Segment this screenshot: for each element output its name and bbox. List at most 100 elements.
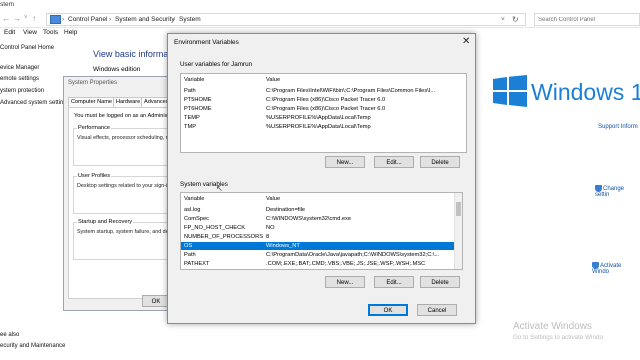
cancel-button[interactable]: Cancel	[417, 304, 457, 316]
list-item[interactable]: NUMBER_OF_PROCESSORS 8	[181, 233, 462, 241]
variable-value: C:\Program Files (x86)\Cisco Packet Trac…	[266, 106, 386, 112]
list-item[interactable]: Path C:\ProgramData\Oracle\Java\javapath;…	[181, 251, 462, 259]
system-delete-button[interactable]: Delete	[420, 276, 460, 288]
chevron-right-icon: ›	[62, 16, 65, 23]
list-item[interactable]: asl.log Destination=file	[181, 206, 462, 214]
user-edit-button[interactable]: Edit...	[374, 156, 414, 168]
variable-name: OS	[184, 243, 193, 249]
address-bar: ← → ˅ ↑ › Control Panel › System and Sec…	[0, 11, 640, 28]
variable-value: Windows_NT	[266, 243, 300, 249]
scrollbar[interactable]	[454, 193, 462, 269]
list-item[interactable]: Path C:\Program Files\Intel\WiFi\bin\;C:\…	[181, 87, 466, 95]
variable-value: C:\Program Files\Intel\WiFi\bin\;C:\Prog…	[266, 88, 436, 94]
close-icon[interactable]: ✕	[462, 36, 470, 47]
chevron-right-icon: ›	[109, 16, 112, 23]
startup-recovery-group: Startup and Recovery System startup, sys…	[73, 219, 175, 260]
dropdown-icon[interactable]: ˅	[501, 16, 505, 23]
column-variable[interactable]: Variable	[184, 76, 204, 84]
breadcrumb-control-panel[interactable]: Control Panel	[68, 16, 107, 23]
user-profiles-description: Desktop settings related to your sign-i	[77, 183, 168, 189]
variable-value: C:\WINDOWS\system32\cmd.exe	[266, 216, 352, 222]
list-item[interactable]: FP_NO_HOST_CHECK NO	[181, 224, 462, 232]
startup-recovery-heading: Startup and Recovery	[77, 219, 134, 225]
advanced-system-settings-link[interactable]: Advanced system settings	[0, 100, 70, 106]
windows-brand-text: Windows 10	[531, 79, 640, 105]
ok-button[interactable]: OK	[368, 304, 408, 316]
menu-edit[interactable]: Edit	[4, 29, 15, 36]
variable-value: C:\Program Files (x86)\Cisco Packet Trac…	[266, 97, 386, 103]
remote-settings-link[interactable]: emote settings	[0, 76, 39, 82]
search-box[interactable]	[534, 13, 640, 26]
breadcrumb-system[interactable]: System	[179, 16, 201, 23]
variable-name: TMP	[184, 124, 197, 130]
system-protection-link[interactable]: ystem protection	[0, 88, 44, 94]
see-also-heading: ee also	[0, 332, 20, 338]
system-new-button[interactable]: New...	[325, 276, 365, 288]
device-manager-link[interactable]: evice Manager	[0, 65, 39, 71]
list-header: Variable Value	[181, 195, 462, 203]
chevron-right-icon: ›	[173, 16, 176, 23]
system-edit-button[interactable]: Edit...	[374, 276, 414, 288]
breadcrumb-system-security[interactable]: System and Security	[115, 16, 175, 23]
admin-note: You must be logged on as an Administ	[74, 113, 169, 119]
breadcrumb[interactable]: › Control Panel › System and Security › …	[46, 13, 526, 26]
search-input[interactable]	[535, 14, 640, 25]
performance-group: Performance Visual effects, processor sc…	[73, 125, 175, 166]
control-panel-home-link[interactable]: Control Panel Home	[0, 45, 54, 51]
mouse-cursor-icon: ↖	[216, 184, 223, 193]
activation-watermark-title: Activate Windows	[513, 321, 592, 332]
back-arrow-icon[interactable]: ←	[2, 14, 10, 23]
user-variables-heading: User variables for Jamrun	[180, 61, 253, 68]
variable-value: NO	[266, 225, 275, 231]
shield-icon	[592, 262, 599, 269]
chevron-down-icon[interactable]: ˅	[24, 15, 28, 21]
menu-tools[interactable]: Tools	[43, 29, 58, 36]
performance-heading: Performance	[77, 125, 112, 131]
variable-value: 8	[266, 234, 270, 240]
system-properties-dialog: System Properties Computer Name Hardware…	[63, 76, 175, 311]
windows-logo-icon	[493, 75, 527, 107]
advanced-tab-panel: You must be logged on as an Administ Per…	[68, 107, 175, 299]
title-bar: stem	[0, 0, 640, 10]
environment-variables-dialog: Environment Variables ✕ User variables f…	[167, 33, 476, 324]
support-information-link[interactable]: Support Inform	[598, 124, 638, 130]
activate-windows-link[interactable]: Activate Windo	[592, 262, 640, 275]
windows-logo: Windows 10	[493, 75, 640, 109]
change-settings-link[interactable]: Change settin	[595, 185, 640, 198]
user-delete-button[interactable]: Delete	[420, 156, 460, 168]
control-panel-icon	[50, 15, 61, 24]
variable-value: %USERPROFILE%\AppData\Local\Temp	[266, 115, 371, 121]
system-properties-ok-button[interactable]: OK	[142, 295, 170, 307]
variable-name: Path	[184, 88, 196, 94]
list-item-selected[interactable]: OS Windows_NT	[181, 242, 462, 250]
user-profiles-heading: User Profiles	[77, 173, 112, 179]
variable-name: TEMP	[184, 115, 200, 121]
column-value[interactable]: Value	[266, 76, 280, 84]
variable-name: FP_NO_HOST_CHECK	[184, 225, 245, 231]
variable-name: NUMBER_OF_PROCESSORS	[184, 234, 264, 240]
list-item[interactable]: PT6HOME C:\Program Files (x86)\Cisco Pack…	[181, 105, 466, 113]
variable-name: PT6HOME	[184, 106, 212, 112]
column-variable[interactable]: Variable	[184, 195, 204, 203]
column-value[interactable]: Value	[266, 195, 280, 203]
user-variables-list[interactable]: Variable Value Path C:\Program Files\Inte…	[180, 73, 467, 153]
variable-name: PATHEXT	[184, 261, 210, 267]
list-item[interactable]: ComSpec C:\WINDOWS\system32\cmd.exe	[181, 215, 462, 223]
scrollbar-thumb[interactable]	[456, 202, 461, 216]
variable-value: C:\ProgramData\Oracle\Java\javapath;C:\W…	[266, 252, 440, 258]
forward-arrow-icon[interactable]: →	[13, 14, 21, 23]
list-item[interactable]: TEMP %USERPROFILE%\AppData\Local\Temp	[181, 114, 466, 122]
refresh-icon[interactable]: ↻	[512, 15, 519, 24]
list-item[interactable]: PT5HOME C:\Program Files (x86)\Cisco Pack…	[181, 96, 466, 104]
security-maintenance-link[interactable]: ecurity and Maintenance	[0, 343, 65, 349]
up-arrow-icon[interactable]: ↑	[32, 14, 36, 23]
activation-watermark-subtitle: Go to Settings to activate Windo	[513, 334, 603, 341]
variable-name: ComSpec	[184, 216, 209, 222]
list-item[interactable]: TMP %USERPROFILE%\AppData\Local\Temp	[181, 123, 466, 131]
menu-view[interactable]: View	[23, 29, 37, 36]
list-item[interactable]: PATHEXT .COM;.EXE;.BAT;.CMD;.VBS;.VBE;.JS…	[181, 260, 462, 268]
performance-description: Visual effects, processor scheduling, m	[77, 135, 171, 141]
user-new-button[interactable]: New...	[325, 156, 365, 168]
system-variables-list[interactable]: Variable Value asl.log Destination=file C…	[180, 192, 463, 270]
menu-help[interactable]: Help	[64, 29, 77, 36]
